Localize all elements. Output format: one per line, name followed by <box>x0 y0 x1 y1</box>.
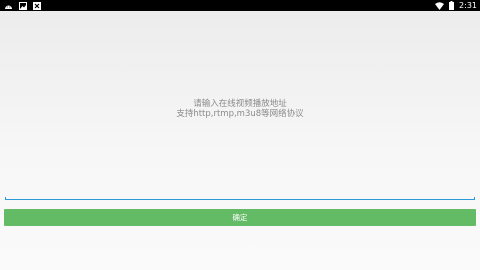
prompt-line-1: 请输入在线视频播放地址 <box>193 99 287 109</box>
prompt-line-2: 支持http,rtmp,m3u8等网络协议 <box>176 109 304 119</box>
prompt-text: 请输入在线视频播放地址 支持http,rtmp,m3u8等网络协议 <box>0 99 480 119</box>
main-content: 请输入在线视频播放地址 支持http,rtmp,m3u8等网络协议 确定 <box>0 11 480 270</box>
url-input[interactable] <box>5 197 475 200</box>
image-notification-icon <box>19 1 27 10</box>
battery-icon <box>449 1 455 10</box>
system-indicators: 2:31 <box>435 0 477 11</box>
wifi-icon <box>435 1 445 10</box>
confirm-button[interactable]: 确定 <box>4 209 476 226</box>
android-notification-icon <box>4 2 13 10</box>
status-bar: 2:31 <box>0 0 480 11</box>
close-box-notification-icon <box>33 1 41 10</box>
clock-time: 2:31 <box>459 1 477 10</box>
notification-icons <box>4 1 41 10</box>
